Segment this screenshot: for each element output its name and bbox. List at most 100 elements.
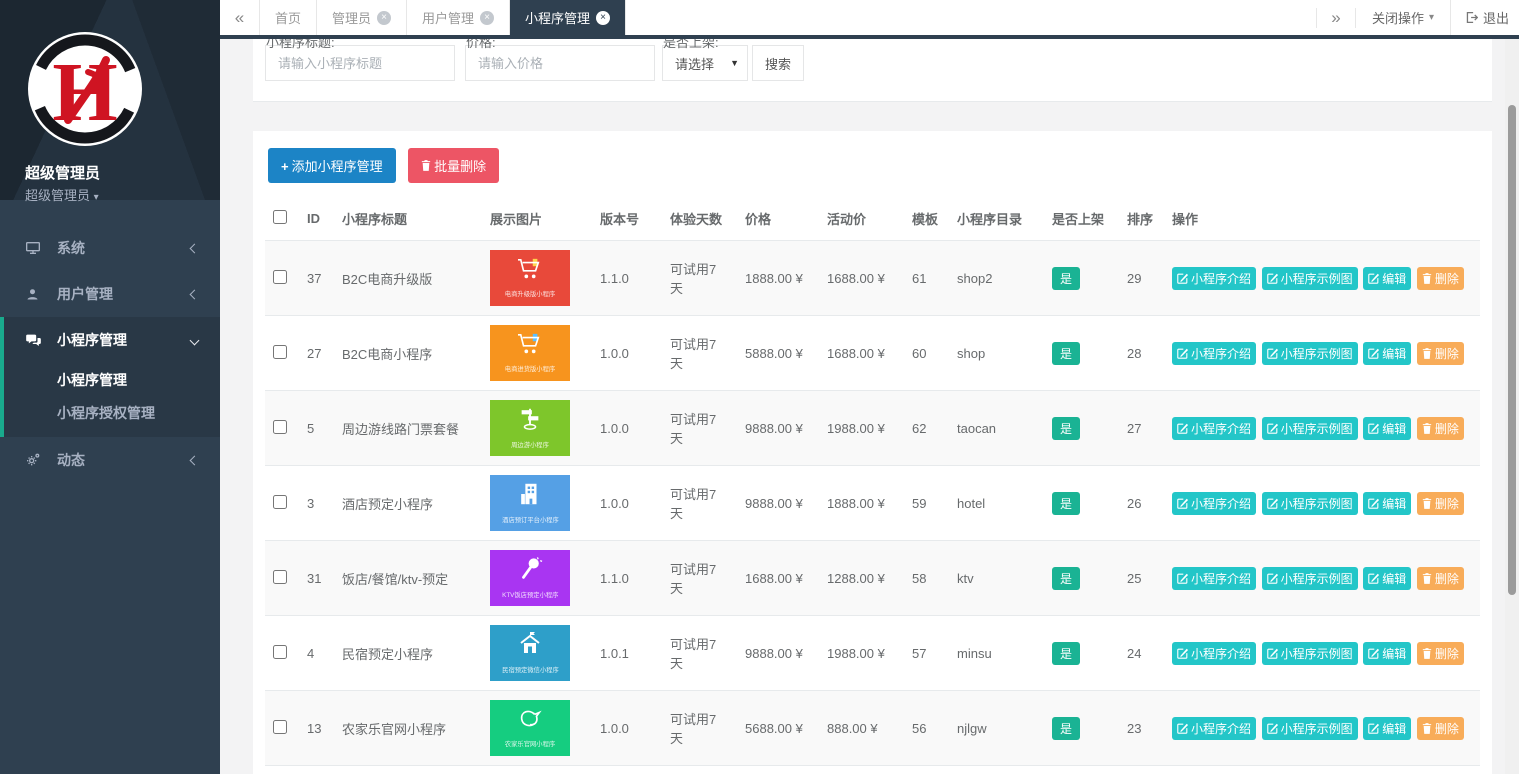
cell-id: 3 [299, 466, 334, 541]
cell-activity-price: 1988.00 ¥ [819, 616, 904, 691]
intro-button[interactable]: 小程序介绍 [1172, 342, 1256, 365]
table-row: 37 B2C电商升级版 电商升级版小程序 1.1.0 可试用7天 1888.00… [265, 241, 1480, 316]
thumbnail-caption: KTV饭店预定小程序 [502, 591, 558, 600]
batch-delete-button[interactable]: 批量删除 [408, 148, 499, 183]
delete-button[interactable]: 删除 [1417, 417, 1464, 440]
sidebar-subitem-miniprogram-auth[interactable]: 小程序授权管理 [4, 396, 220, 429]
tab-label: 小程序管理 [525, 8, 590, 27]
sample-label: 小程序示例图 [1281, 645, 1353, 662]
tab-miniprogram-manage[interactable]: 小程序管理 × [510, 0, 626, 35]
sidebar-item-label: 用户管理 [57, 284, 113, 304]
cell-price: 9888.00 ¥ [737, 616, 819, 691]
intro-button[interactable]: 小程序介绍 [1172, 267, 1256, 290]
miniprogram-thumbnail: 电商升级版小程序 [490, 250, 570, 306]
edit-icon [1368, 423, 1379, 434]
on-shelf-badge[interactable]: 是 [1052, 417, 1080, 440]
delete-button[interactable]: 删除 [1417, 267, 1464, 290]
edit-icon [1368, 498, 1379, 509]
cell-id: 5 [299, 391, 334, 466]
scroll-tabs-left-button[interactable]: « [220, 0, 260, 35]
cell-activity-price: 1988.00 ¥ [819, 391, 904, 466]
on-shelf-badge[interactable]: 是 [1052, 642, 1080, 665]
cell-price: 5688.00 ¥ [737, 691, 819, 766]
scrollbar-thumb[interactable] [1508, 105, 1516, 595]
sample-images-button[interactable]: 小程序示例图 [1262, 717, 1358, 740]
sample-images-button[interactable]: 小程序示例图 [1262, 267, 1358, 290]
edit-button[interactable]: 编辑 [1363, 717, 1411, 740]
edit-icon [1177, 648, 1188, 659]
sample-label: 小程序示例图 [1281, 570, 1353, 587]
close-operations-label: 关闭操作 [1372, 8, 1424, 27]
on-shelf-badge[interactable]: 是 [1052, 567, 1080, 590]
search-button[interactable]: 搜索 [752, 45, 804, 81]
edit-label: 编辑 [1382, 570, 1406, 587]
sample-images-button[interactable]: 小程序示例图 [1262, 492, 1358, 515]
sidebar-item-dynamic[interactable]: 动态 [0, 437, 220, 483]
edit-icon [1267, 723, 1278, 734]
delete-button[interactable]: 删除 [1417, 642, 1464, 665]
scroll-tabs-right-button[interactable]: » [1316, 8, 1356, 28]
on-shelf-badge[interactable]: 是 [1052, 492, 1080, 515]
edit-button[interactable]: 编辑 [1363, 267, 1411, 290]
edit-icon [1267, 273, 1278, 284]
delete-button[interactable]: 删除 [1417, 342, 1464, 365]
sidebar-item-system[interactable]: 系统 [0, 225, 220, 271]
sample-images-button[interactable]: 小程序示例图 [1262, 567, 1358, 590]
edit-button[interactable]: 编辑 [1363, 642, 1411, 665]
row-checkbox[interactable] [273, 495, 287, 509]
vertical-scrollbar[interactable] [1505, 39, 1519, 774]
tab-home[interactable]: 首页 [260, 0, 317, 35]
user-name: 超级管理员 [25, 162, 220, 183]
delete-button[interactable]: 删除 [1417, 567, 1464, 590]
edit-button[interactable]: 编辑 [1363, 567, 1411, 590]
cell-sort: 27 [1119, 391, 1164, 466]
field-label: 小程序标题: [266, 39, 335, 51]
tab-admin[interactable]: 管理员 × [317, 0, 407, 35]
close-operations-dropdown[interactable]: 关闭操作 ▾ [1356, 0, 1451, 35]
tab-close-icon[interactable]: × [480, 11, 494, 25]
delete-button[interactable]: 删除 [1417, 717, 1464, 740]
monitor-icon [25, 240, 49, 256]
tab-close-icon[interactable]: × [377, 11, 391, 25]
sample-images-button[interactable]: 小程序示例图 [1262, 417, 1358, 440]
edit-button[interactable]: 编辑 [1363, 417, 1411, 440]
table-row: 4 民宿预定小程序 民宿预定微信小程序 1.0.1 可试用7天 9888.00 … [265, 616, 1480, 691]
tab-close-icon[interactable]: × [596, 11, 610, 25]
on-shelf-badge[interactable]: 是 [1052, 267, 1080, 290]
sidebar-item-users[interactable]: 用户管理 [0, 271, 220, 317]
intro-button[interactable]: 小程序介绍 [1172, 567, 1256, 590]
intro-button[interactable]: 小程序介绍 [1172, 417, 1256, 440]
delete-button[interactable]: 删除 [1417, 492, 1464, 515]
edit-button[interactable]: 编辑 [1363, 342, 1411, 365]
add-miniprogram-button[interactable]: +添加小程序管理 [268, 148, 396, 183]
sample-images-button[interactable]: 小程序示例图 [1262, 342, 1358, 365]
edit-button[interactable]: 编辑 [1363, 492, 1411, 515]
sidebar-item-miniprogram[interactable]: 小程序管理 [4, 317, 220, 363]
sample-images-button[interactable]: 小程序示例图 [1262, 642, 1358, 665]
row-checkbox[interactable] [273, 420, 287, 434]
select-all-checkbox[interactable] [273, 210, 287, 224]
row-checkbox[interactable] [273, 645, 287, 659]
sidebar-subitem-miniprogram-manage[interactable]: 小程序管理 [4, 363, 220, 396]
on-shelf-badge[interactable]: 是 [1052, 342, 1080, 365]
row-checkbox[interactable] [273, 720, 287, 734]
cell-id: 4 [299, 616, 334, 691]
row-checkbox[interactable] [273, 270, 287, 284]
cell-title: 酒店预定小程序 [334, 466, 482, 541]
intro-button[interactable]: 小程序介绍 [1172, 642, 1256, 665]
row-checkbox[interactable] [273, 345, 287, 359]
sample-label: 小程序示例图 [1281, 345, 1353, 362]
sidebar-item-label: 系统 [57, 238, 85, 258]
intro-button[interactable]: 小程序介绍 [1172, 717, 1256, 740]
user-role-dropdown[interactable]: 超级管理员 ▾ [25, 185, 220, 204]
logo-image: H [26, 30, 144, 148]
on-shelf-badge[interactable]: 是 [1052, 717, 1080, 740]
intro-button[interactable]: 小程序介绍 [1172, 492, 1256, 515]
cell-directory: ktv [949, 541, 1044, 616]
tab-user-manage[interactable]: 用户管理 × [407, 0, 510, 35]
row-checkbox[interactable] [273, 570, 287, 584]
sample-label: 小程序示例图 [1281, 720, 1353, 737]
edit-icon [1177, 498, 1188, 509]
logout-button[interactable]: 退出 [1451, 8, 1519, 27]
logo: H [26, 30, 144, 148]
